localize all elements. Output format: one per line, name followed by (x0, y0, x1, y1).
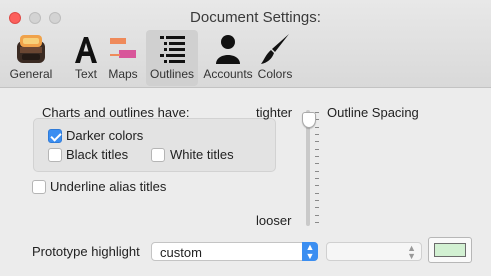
toolbar-accounts[interactable]: Accounts (200, 30, 256, 86)
darker-colors-checkbox[interactable] (48, 129, 62, 143)
white-titles-label[interactable]: White titles (170, 147, 234, 162)
letter-a-icon (75, 37, 97, 63)
toolbar-outlines[interactable]: Outlines (146, 30, 198, 86)
chevron-updown-icon[interactable]: ▲ ▼ (302, 242, 318, 261)
slider-tick (315, 148, 319, 150)
prototype-highlight-label: Prototype highlight (32, 244, 140, 259)
toolbar-label: General (9, 67, 53, 81)
person-icon (216, 35, 240, 64)
slider-tick (315, 214, 319, 216)
black-titles-checkbox[interactable] (48, 148, 62, 162)
general-app-icon (17, 35, 45, 63)
toolbar-label: Text (74, 67, 97, 81)
slider-tick (315, 192, 319, 194)
white-titles-checkbox[interactable] (151, 148, 165, 162)
underline-alias-checkbox[interactable] (32, 180, 46, 194)
prototype-highlight-popup[interactable]: custom ▲ ▼ (151, 242, 318, 261)
highlight-color-swatch (434, 243, 466, 257)
slider-tick (315, 185, 319, 187)
black-titles-label[interactable]: Black titles (66, 147, 128, 162)
maps-icon (110, 38, 136, 58)
outline-list-icon (160, 36, 185, 63)
prototype-highlight-value: custom (160, 245, 202, 260)
slider-tick (315, 207, 319, 209)
outline-spacing-slider-knob[interactable] (302, 112, 316, 128)
spacing-max-label: looser (256, 213, 292, 228)
chevron-updown-icon: ▲ ▼ (407, 243, 416, 261)
slider-tick (315, 170, 319, 172)
toolbar-label: Outlines (149, 67, 195, 81)
spacing-min-label: tighter (256, 105, 293, 120)
highlight-color-well[interactable] (428, 237, 472, 263)
paintbrush-icon (261, 34, 289, 64)
slider-tick (315, 163, 319, 165)
slider-tick (315, 222, 319, 223)
darker-colors-label[interactable]: Darker colors (66, 128, 143, 143)
toolbar-label: Colors (257, 67, 293, 81)
outline-spacing-label: Outline Spacing (327, 105, 419, 120)
title-bar: Document Settings: General Text Maps Out… (0, 0, 491, 88)
toolbar-general[interactable]: General (2, 30, 60, 86)
underline-alias-label[interactable]: Underline alias titles (50, 179, 166, 194)
toolbar-maps[interactable]: Maps (104, 30, 142, 86)
toolbar-text[interactable]: Text (66, 30, 106, 86)
slider-tick (315, 126, 319, 128)
slider-tick (315, 200, 319, 201)
slider-tick (315, 141, 319, 143)
charts-options-group (33, 118, 276, 172)
toolbar-colors[interactable]: Colors (255, 30, 295, 86)
toolbar-label: Maps (108, 67, 138, 81)
slider-tick (315, 156, 319, 157)
slider-tick (315, 178, 319, 179)
secondary-popup[interactable]: ▲ ▼ (326, 242, 422, 261)
slider-tick (315, 134, 319, 135)
window-title: Document Settings: (190, 9, 321, 26)
toolbar-label: Accounts (203, 67, 253, 81)
